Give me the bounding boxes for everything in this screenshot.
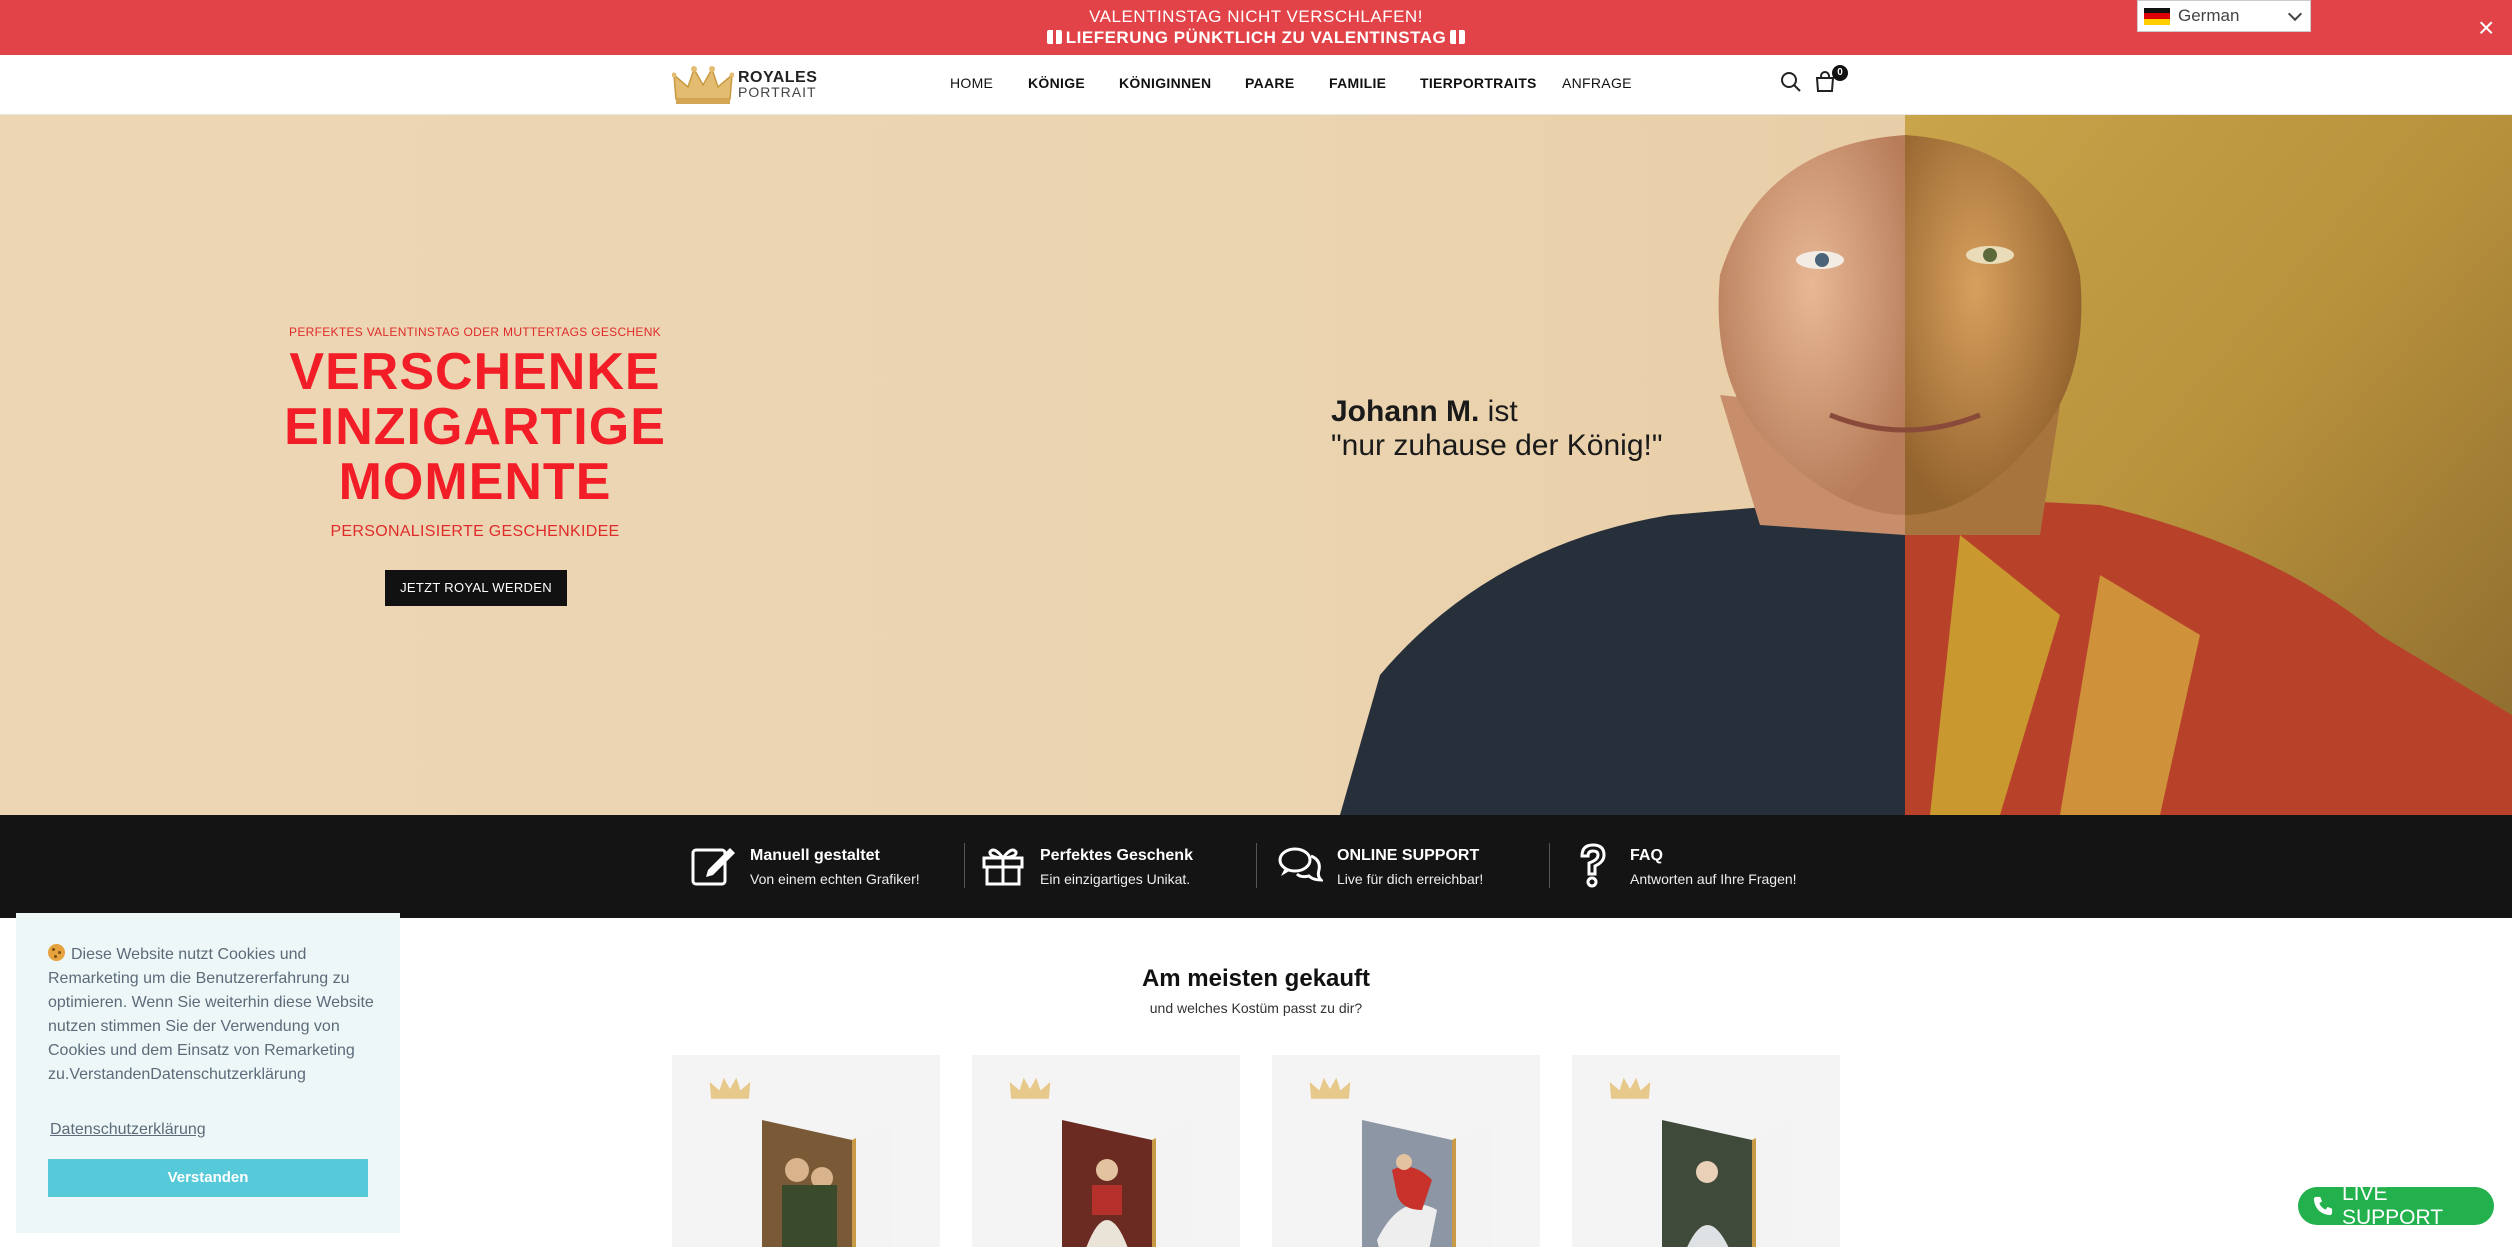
search-icon[interactable] bbox=[1780, 71, 1802, 93]
product-image bbox=[1062, 1120, 1192, 1247]
crown-icon bbox=[709, 1077, 751, 1099]
product-card[interactable] bbox=[972, 1055, 1240, 1247]
feature-title: Manuell gestaltet bbox=[750, 847, 880, 864]
phone-icon bbox=[2313, 1196, 2333, 1216]
product-card[interactable] bbox=[1572, 1055, 1840, 1247]
divider bbox=[964, 843, 965, 888]
accept-cookies-button[interactable]: Verstanden bbox=[48, 1159, 368, 1197]
divider bbox=[1256, 843, 1257, 888]
hero-title-line1: VERSCHENKE bbox=[289, 343, 661, 401]
nav-familie[interactable]: FAMILIE bbox=[1329, 75, 1386, 91]
feature-strip: Manuell gestaltet Von einem echten Grafi… bbox=[0, 815, 2512, 918]
quote-line2: "nur zuhause der König!" bbox=[1331, 429, 1663, 462]
gift-icon bbox=[1450, 30, 1466, 44]
announcement-bar: VALENTINSTAG NICHT VERSCHLAFEN! LIEFERUN… bbox=[0, 0, 2512, 55]
divider bbox=[1549, 843, 1550, 888]
nav-anfrage[interactable]: ANFRAGE bbox=[1562, 75, 1632, 91]
feature-title: ONLINE SUPPORT bbox=[1337, 847, 1480, 864]
feature-subtitle: Antworten auf Ihre Fragen! bbox=[1630, 871, 1797, 887]
product-image bbox=[1662, 1120, 1792, 1247]
language-label: German bbox=[2178, 6, 2240, 25]
hero-title-line2: EINZIGARTIGE bbox=[284, 398, 666, 456]
product-image bbox=[762, 1120, 892, 1247]
cookie-message: Diese Website nutzt Cookies und Remarket… bbox=[48, 943, 374, 1087]
nav-home[interactable]: HOME bbox=[950, 75, 993, 91]
product-image bbox=[1362, 1120, 1492, 1247]
announcement-line1: VALENTINSTAG NICHT VERSCHLAFEN! bbox=[1089, 7, 1423, 26]
nav-koeniginnen[interactable]: KÖNIGINNEN bbox=[1119, 75, 1211, 91]
hero-quote: Johann M. ist "nur zuhause der König!" bbox=[1331, 395, 1663, 463]
live-support-label: LIVE SUPPORT bbox=[2341, 1182, 2444, 1229]
chevron-down-icon bbox=[2287, 6, 2303, 22]
product-card[interactable] bbox=[672, 1055, 940, 1247]
language-select[interactable]: German bbox=[2137, 0, 2311, 32]
announcement-line2: LIEFERUNG PÜNKTLICH ZU VALENTINSTAG bbox=[0, 28, 2512, 48]
question-icon bbox=[1580, 843, 1606, 888]
hero-title: VERSCHENKE EINZIGARTIGE MOMENTE bbox=[200, 345, 750, 510]
feature-title: FAQ bbox=[1630, 847, 1663, 864]
quote-name: Johann M. bbox=[1331, 395, 1480, 428]
live-support-button[interactable]: LIVE SUPPORT bbox=[2298, 1182, 2494, 1229]
site-header: ROYALES PORTRAIT HOME KÖNIGE KÖNIGINNEN … bbox=[0, 55, 2512, 115]
cookie-text: Diese Website nutzt Cookies und Remarket… bbox=[48, 946, 374, 1083]
cta-button[interactable]: JETZT ROYAL WERDEN bbox=[385, 570, 567, 606]
cart-count-badge: 0 bbox=[1832, 65, 1848, 81]
hero-title-line3: MOMENTE bbox=[338, 453, 612, 511]
main-nav: HOME KÖNIGE KÖNIGINNEN PAARE FAMILIE TIE… bbox=[0, 55, 2512, 115]
feature-subtitle: Live für dich erreichbar! bbox=[1337, 871, 1484, 887]
hero-kicker: PERFEKTES VALENTINSTAG ODER MUTTERTAGS G… bbox=[289, 325, 661, 339]
nav-tierportraits[interactable]: TIERPORTRAITS bbox=[1420, 75, 1537, 91]
nav-koenige[interactable]: KÖNIGE bbox=[1028, 75, 1085, 91]
chat-icon bbox=[1278, 847, 1323, 882]
feature-title: Perfektes Geschenk bbox=[1040, 847, 1193, 864]
gift-icon bbox=[982, 848, 1024, 886]
cookie-banner: Diese Website nutzt Cookies und Remarket… bbox=[16, 913, 400, 1233]
hero-portrait-image bbox=[1340, 115, 2512, 815]
feature-subtitle: Ein einzigartiges Unikat. bbox=[1040, 871, 1191, 887]
crown-icon bbox=[1309, 1077, 1351, 1099]
quote-ist: ist bbox=[1479, 395, 1518, 428]
hero-subtitle: PERSONALISIERTE GESCHENKIDEE bbox=[330, 523, 620, 540]
close-icon[interactable]: × bbox=[2478, 14, 2494, 42]
nav-paare[interactable]: PAARE bbox=[1245, 75, 1294, 91]
hero-banner: PERFEKTES VALENTINSTAG ODER MUTTERTAGS G… bbox=[0, 115, 2512, 815]
page: VALENTINSTAG NICHT VERSCHLAFEN! LIEFERUN… bbox=[0, 0, 2512, 1247]
crown-icon bbox=[1609, 1077, 1651, 1099]
gift-icon bbox=[1046, 30, 1062, 44]
announcement-line2-text: LIEFERUNG PÜNKTLICH ZU VALENTINSTAG bbox=[1065, 28, 1447, 47]
crown-icon bbox=[1009, 1077, 1051, 1099]
feature-subtitle: Von einem echten Grafiker! bbox=[750, 871, 920, 887]
privacy-link[interactable]: Datenschutzerklärung bbox=[50, 1118, 206, 1142]
edit-icon bbox=[691, 848, 735, 886]
product-card[interactable] bbox=[1272, 1055, 1540, 1247]
german-flag-icon bbox=[2144, 7, 2170, 25]
cookie-icon bbox=[48, 944, 65, 961]
